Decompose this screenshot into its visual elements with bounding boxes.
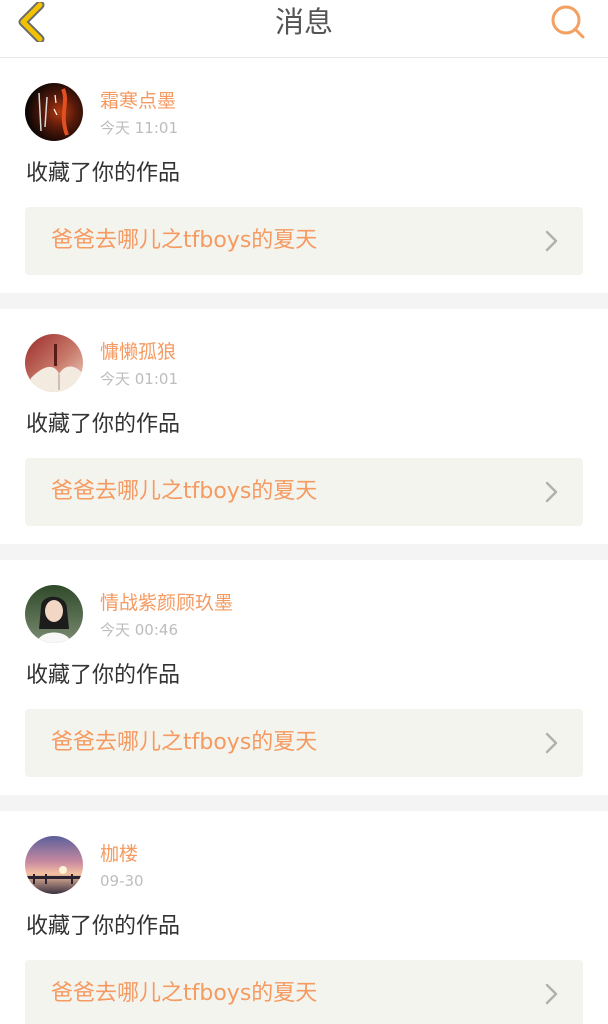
messages-page: 消息 霜寒点墨 今天 11:01 收藏了你的作品 爸爸去哪儿之tfboys的夏天… <box>0 0 608 1024</box>
action-text: 收藏了你的作品 <box>26 663 181 688</box>
username[interactable]: 枷楼 <box>100 842 138 866</box>
message-item: 枷楼 09-30 收藏了你的作品 爸爸去哪儿之tfboys的夏天 <box>0 811 608 1024</box>
action-text: 收藏了你的作品 <box>26 412 181 437</box>
chevron-right-icon <box>545 481 558 503</box>
work-title: 爸爸去哪儿之tfboys的夏天 <box>51 228 318 253</box>
work-link[interactable]: 爸爸去哪儿之tfboys的夏天 <box>25 960 583 1024</box>
message-item: 情战紫颜顾玖墨 今天 00:46 收藏了你的作品 爸爸去哪儿之tfboys的夏天 <box>0 560 608 795</box>
username[interactable]: 慵懒孤狼 <box>100 340 176 364</box>
avatar[interactable] <box>25 334 83 392</box>
action-text: 收藏了你的作品 <box>26 161 181 186</box>
avatar[interactable] <box>25 585 83 643</box>
avatar[interactable] <box>25 83 83 141</box>
username[interactable]: 霜寒点墨 <box>100 89 176 113</box>
work-link[interactable]: 爸爸去哪儿之tfboys的夏天 <box>25 458 583 526</box>
divider <box>0 544 608 560</box>
avatar[interactable] <box>25 836 83 894</box>
timestamp: 今天 11:01 <box>100 119 178 137</box>
page-title: 消息 <box>274 5 333 39</box>
avatar-image <box>25 585 83 643</box>
work-title: 爸爸去哪儿之tfboys的夏天 <box>51 479 318 504</box>
work-link[interactable]: 爸爸去哪儿之tfboys的夏天 <box>25 709 583 777</box>
work-title: 爸爸去哪儿之tfboys的夏天 <box>51 730 318 755</box>
timestamp: 09-30 <box>100 872 144 890</box>
timestamp: 今天 01:01 <box>100 370 178 388</box>
chevron-right-icon <box>545 983 558 1005</box>
search-icon <box>551 5 585 39</box>
work-link[interactable]: 爸爸去哪儿之tfboys的夏天 <box>25 207 583 275</box>
avatar-image <box>25 334 83 392</box>
timestamp: 今天 00:46 <box>100 621 178 639</box>
top-bar: 消息 <box>0 0 608 58</box>
message-item: 慵懒孤狼 今天 01:01 收藏了你的作品 爸爸去哪儿之tfboys的夏天 <box>0 309 608 544</box>
avatar-image <box>25 836 83 894</box>
work-title: 爸爸去哪儿之tfboys的夏天 <box>51 981 318 1006</box>
action-text: 收藏了你的作品 <box>26 914 181 939</box>
avatar-image <box>25 83 83 141</box>
chevron-right-icon <box>545 732 558 754</box>
divider <box>0 795 608 811</box>
message-list: 霜寒点墨 今天 11:01 收藏了你的作品 爸爸去哪儿之tfboys的夏天 慵懒… <box>0 58 608 1024</box>
username[interactable]: 情战紫颜顾玖墨 <box>100 591 233 615</box>
divider <box>0 293 608 309</box>
search-button[interactable] <box>550 4 586 40</box>
chevron-right-icon <box>545 230 558 252</box>
message-item: 霜寒点墨 今天 11:01 收藏了你的作品 爸爸去哪儿之tfboys的夏天 <box>0 58 608 293</box>
